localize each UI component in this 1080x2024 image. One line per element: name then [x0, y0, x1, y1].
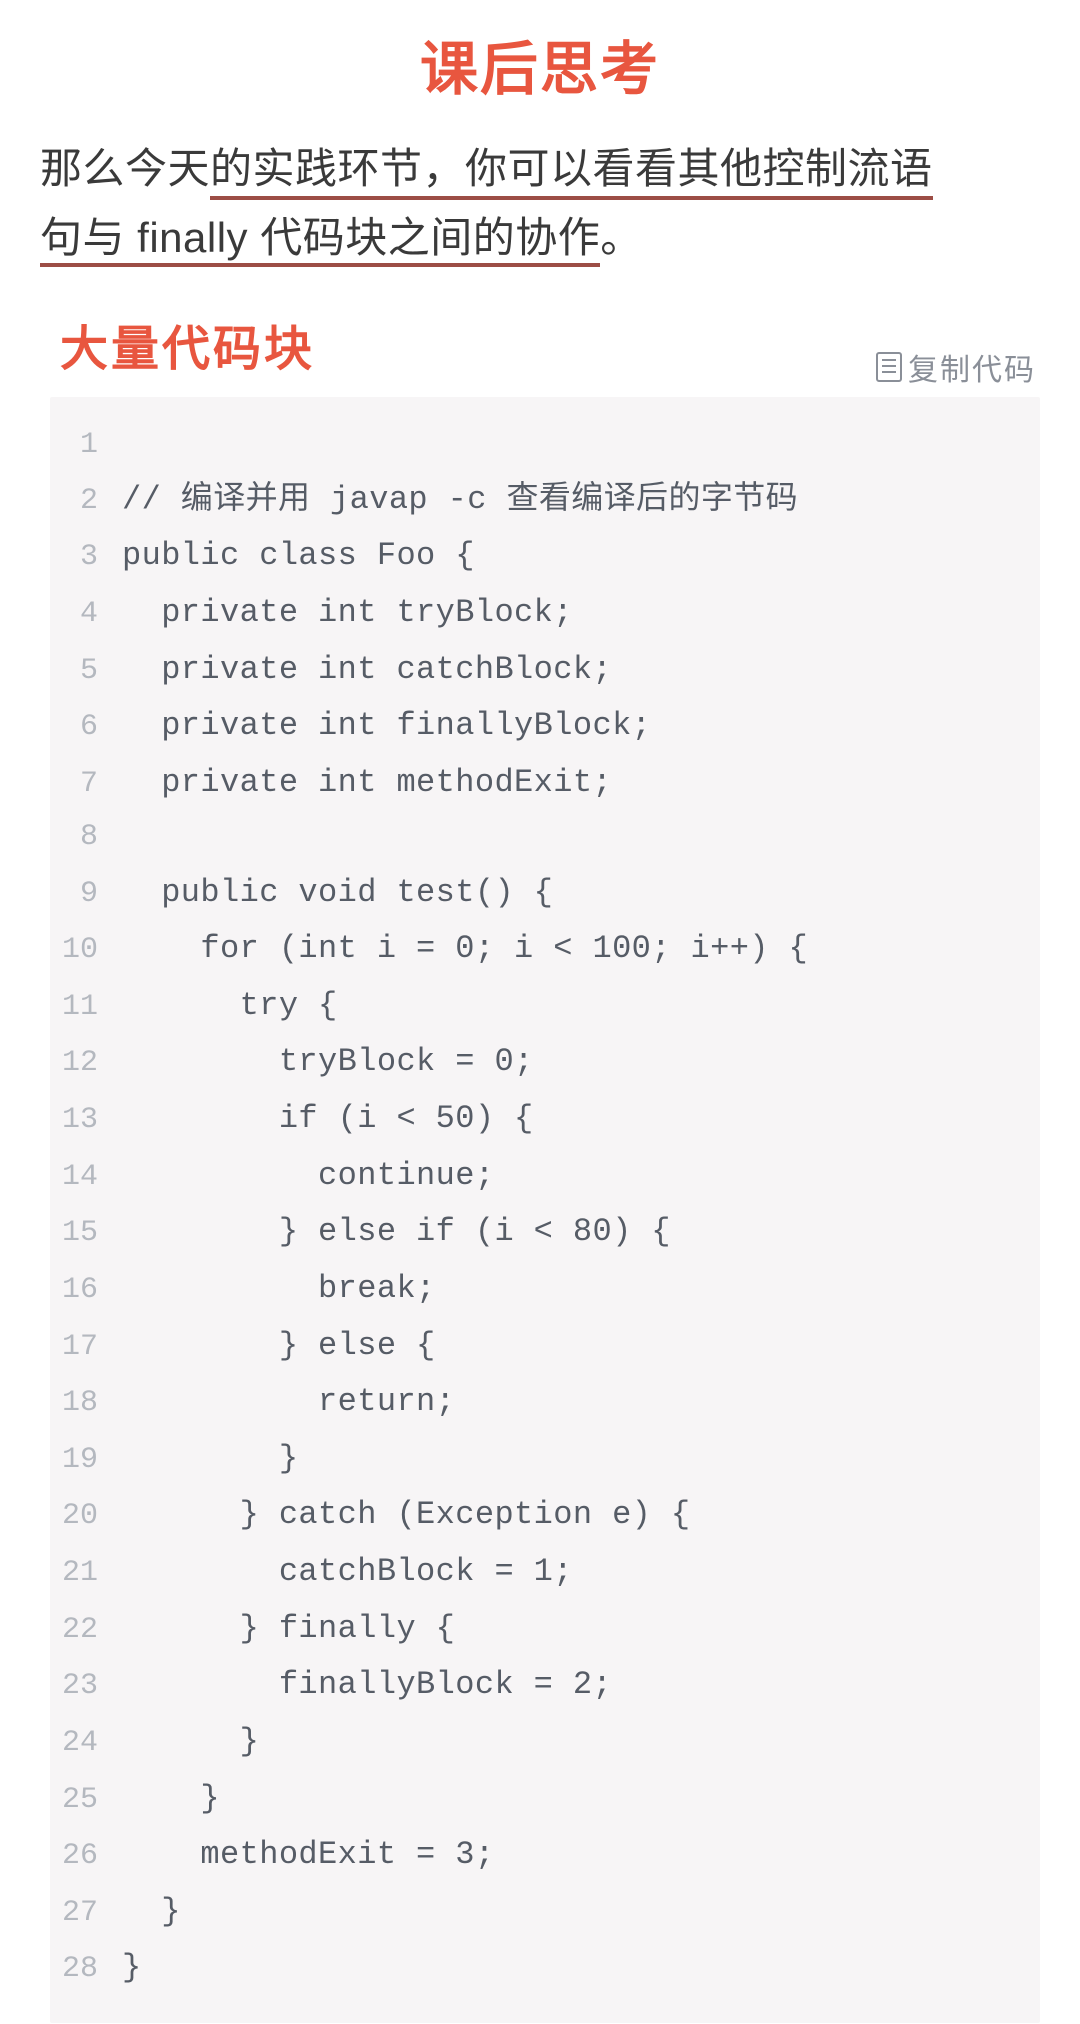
code-text: // 编译并用 javap -c 查看编译后的字节码: [122, 472, 798, 529]
line-number: 2: [60, 475, 122, 528]
copy-code-button[interactable]: 复制代码: [876, 345, 1036, 389]
line-number: 22: [60, 1604, 122, 1657]
line-number: 26: [60, 1830, 122, 1883]
line-number: 1: [60, 419, 122, 472]
code-line: 27 }: [60, 1884, 1030, 1941]
code-text: tryBlock = 0;: [122, 1034, 534, 1091]
code-line: 19 }: [60, 1431, 1030, 1488]
code-line: 11 try {: [60, 978, 1030, 1035]
line-number: 5: [60, 645, 122, 698]
code-line: 24 }: [60, 1714, 1030, 1771]
code-text: }: [122, 1940, 142, 1997]
code-line: 20 } catch (Exception e) {: [60, 1487, 1030, 1544]
line-number: 18: [60, 1377, 122, 1430]
line-number: 7: [60, 758, 122, 811]
code-text: if (i < 50) {: [122, 1091, 534, 1148]
code-text: }: [122, 1431, 298, 1488]
intro-text-tail: 。: [600, 214, 643, 261]
line-number: 9: [60, 868, 122, 921]
line-number: 16: [60, 1264, 122, 1317]
code-text: }: [122, 1771, 220, 1828]
code-line: 26 methodExit = 3;: [60, 1827, 1030, 1884]
line-number: 12: [60, 1037, 122, 1090]
intro-paragraph: 那么今天的实践环节，你可以看看其他控制流语句与 finally 代码块之间的协作…: [0, 134, 1080, 309]
code-text: try {: [122, 978, 338, 1035]
code-line: 4 private int tryBlock;: [60, 585, 1030, 642]
code-text: return;: [122, 1374, 455, 1431]
intro-text-pre: 那么今天: [40, 145, 210, 192]
code-text: }: [122, 1714, 259, 1771]
code-line: 28}: [60, 1940, 1030, 1997]
code-text: public void test() {: [122, 865, 553, 922]
code-line: 16 break;: [60, 1261, 1030, 1318]
code-text: break;: [122, 1261, 436, 1318]
code-line: 21 catchBlock = 1;: [60, 1544, 1030, 1601]
code-section: 大量代码块 复制代码 12// 编译并用 javap -c 查看编译后的字节码3…: [50, 309, 1040, 2023]
copy-icon: [876, 352, 902, 382]
code-text: public class Foo {: [122, 528, 475, 585]
code-text: continue;: [122, 1148, 494, 1205]
line-number: 17: [60, 1321, 122, 1374]
code-text: finallyBlock = 2;: [122, 1657, 612, 1714]
code-text: private int tryBlock;: [122, 585, 573, 642]
line-number: 27: [60, 1887, 122, 1940]
code-text: catchBlock = 1;: [122, 1544, 573, 1601]
line-number: 6: [60, 701, 122, 754]
code-line: 18 return;: [60, 1374, 1030, 1431]
code-block: 12// 编译并用 javap -c 查看编译后的字节码3public clas…: [50, 397, 1040, 2023]
code-text: private int finallyBlock;: [122, 698, 651, 755]
code-text: private int methodExit;: [122, 755, 612, 812]
code-line: 3public class Foo {: [60, 528, 1030, 585]
code-line: 5 private int catchBlock;: [60, 642, 1030, 699]
line-number: 8: [60, 811, 122, 864]
code-line: 13 if (i < 50) {: [60, 1091, 1030, 1148]
code-text: methodExit = 3;: [122, 1827, 494, 1884]
intro-underline-2: 句与 finally 代码块之间的协作: [40, 214, 600, 267]
code-line: 15 } else if (i < 80) {: [60, 1204, 1030, 1261]
line-number: 25: [60, 1774, 122, 1827]
code-text: } finally {: [122, 1601, 455, 1658]
code-line: 9 public void test() {: [60, 865, 1030, 922]
line-number: 23: [60, 1660, 122, 1713]
code-line: 17 } else {: [60, 1318, 1030, 1375]
code-text: } else {: [122, 1318, 436, 1375]
code-text: } catch (Exception e) {: [122, 1487, 691, 1544]
code-line: 7 private int methodExit;: [60, 755, 1030, 812]
code-line: 22 } finally {: [60, 1601, 1030, 1658]
line-number: 4: [60, 588, 122, 641]
copy-code-label: 复制代码: [908, 345, 1036, 389]
code-line: 12 tryBlock = 0;: [60, 1034, 1030, 1091]
line-number: 10: [60, 924, 122, 977]
line-number: 19: [60, 1434, 122, 1487]
code-line: 6 private int finallyBlock;: [60, 698, 1030, 755]
intro-underline-1: 的实践环节，你可以看看其他控制流语: [210, 145, 933, 200]
line-number: 11: [60, 981, 122, 1034]
line-number: 28: [60, 1943, 122, 1996]
line-number: 24: [60, 1717, 122, 1770]
code-line: 8: [60, 811, 1030, 864]
code-line: 23 finallyBlock = 2;: [60, 1657, 1030, 1714]
line-number: 15: [60, 1207, 122, 1260]
code-text: } else if (i < 80) {: [122, 1204, 671, 1261]
line-number: 13: [60, 1094, 122, 1147]
page-title: 课后思考: [0, 0, 1080, 134]
line-number: 14: [60, 1151, 122, 1204]
line-number: 20: [60, 1490, 122, 1543]
code-text: }: [122, 1884, 181, 1941]
code-line: 2// 编译并用 javap -c 查看编译后的字节码: [60, 472, 1030, 529]
code-line: 10 for (int i = 0; i < 100; i++) {: [60, 921, 1030, 978]
code-line: 25 }: [60, 1771, 1030, 1828]
code-line: 14 continue;: [60, 1148, 1030, 1205]
code-line: 1: [60, 419, 1030, 472]
line-number: 21: [60, 1547, 122, 1600]
code-text: for (int i = 0; i < 100; i++) {: [122, 921, 808, 978]
line-number: 3: [60, 531, 122, 584]
code-text: private int catchBlock;: [122, 642, 612, 699]
